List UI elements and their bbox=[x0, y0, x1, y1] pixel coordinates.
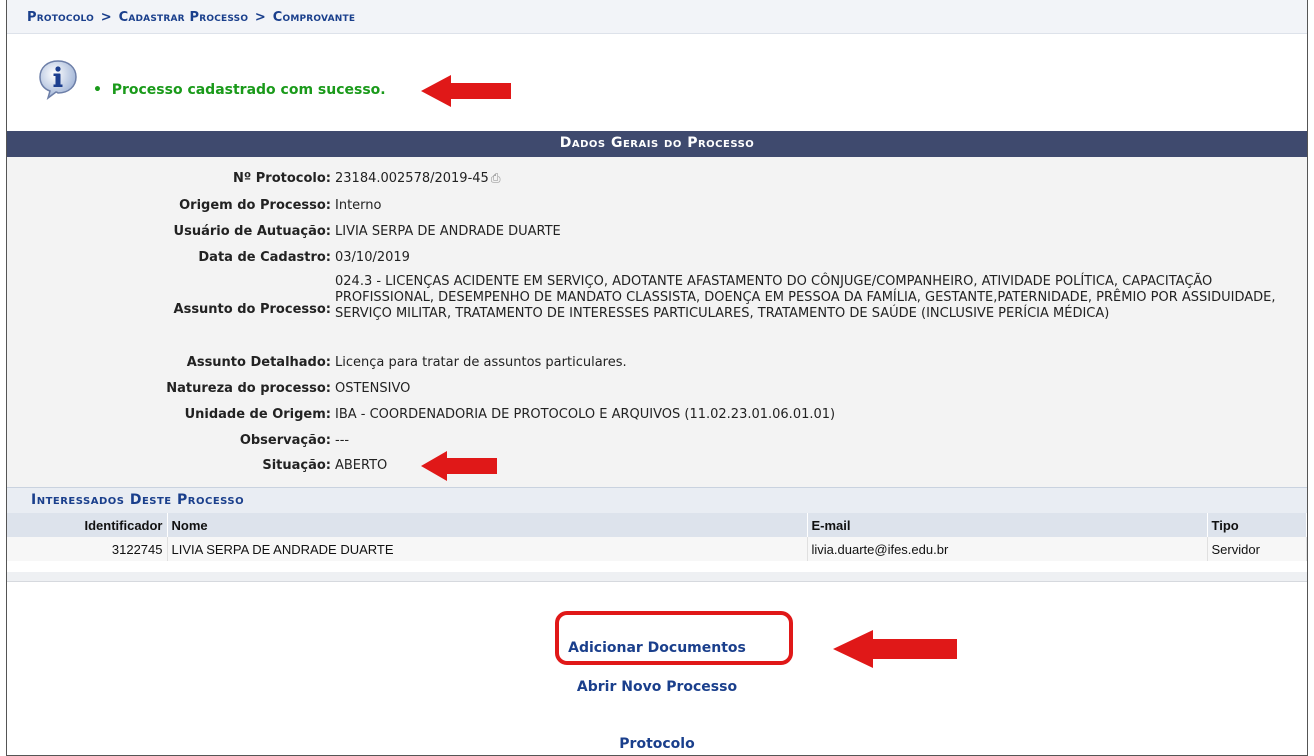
value-observacao: --- bbox=[335, 433, 350, 448]
label-data: Data de Cadastro: bbox=[198, 250, 331, 265]
annotation-highlight-adicionar bbox=[555, 611, 793, 665]
cell-tipo: Servidor bbox=[1207, 537, 1307, 561]
table-row: 3122745 LIVIA SERPA DE ANDRADE DUARTE li… bbox=[7, 537, 1307, 561]
value-origem: Interno bbox=[335, 198, 382, 213]
cell-nome: LIVIA SERPA DE ANDRADE DUARTE bbox=[167, 537, 808, 561]
label-origem: Origem do Processo: bbox=[179, 198, 331, 213]
annotation-arrow-message bbox=[421, 75, 511, 107]
column-email: E-mail bbox=[807, 513, 1208, 537]
cell-identificador: 3122745 bbox=[7, 537, 168, 561]
print-icon[interactable]: ⎙ bbox=[491, 171, 501, 186]
value-situacao: ABERTO bbox=[335, 458, 388, 473]
label-assunto-detalhado: Assunto Detalhado: bbox=[186, 355, 331, 370]
breadcrumb: Protocolo > Cadastrar Processo > Comprov… bbox=[7, 0, 1307, 34]
label-unidade: Unidade de Origem: bbox=[184, 407, 331, 422]
value-usuario: LIVIA SERPA DE ANDRADE DUARTE bbox=[335, 224, 561, 239]
value-assunto: 024.3 - LICENÇAS ACIDENTE EM SERVIÇO, AD… bbox=[335, 274, 1276, 321]
success-message-box: • Processo cadastrado com sucesso. bbox=[7, 50, 1307, 122]
breadcrumb-separator: > bbox=[254, 10, 267, 25]
breadcrumb-item-comprovante: Comprovante bbox=[272, 10, 356, 25]
value-assunto-detalhado: Licença para tratar de assuntos particul… bbox=[335, 355, 627, 370]
process-details: Nº Protocolo: 23184.002578/2019-45 ⎙ Orig… bbox=[7, 157, 1307, 487]
abrir-novo-processo-link[interactable]: Abrir Novo Processo bbox=[7, 679, 1307, 695]
label-usuario: Usuário de Autuação: bbox=[173, 224, 331, 239]
success-message: • Processo cadastrado com sucesso. bbox=[93, 82, 386, 98]
label-protocolo: Nº Protocolo: bbox=[233, 171, 331, 186]
section-title-dados-gerais: Dados Gerais do Processo bbox=[7, 131, 1307, 157]
table-footer bbox=[7, 572, 1307, 582]
breadcrumb-item-protocolo[interactable]: Protocolo bbox=[27, 10, 94, 25]
message-bullet: • bbox=[93, 82, 102, 98]
section-title-interessados: Interessados Deste Processo bbox=[7, 487, 1307, 513]
label-situacao: Situação: bbox=[262, 458, 331, 473]
message-text: Processo cadastrado com sucesso. bbox=[111, 82, 386, 98]
info-icon bbox=[39, 60, 77, 100]
column-nome: Nome bbox=[167, 513, 808, 537]
label-natureza: Natureza do processo: bbox=[166, 381, 331, 396]
value-unidade: IBA - COORDENADORIA DE PROTOCOLO E ARQUI… bbox=[335, 407, 836, 422]
breadcrumb-item-cadastrar[interactable]: Cadastrar Processo bbox=[119, 10, 249, 25]
annotation-arrow-adicionar bbox=[833, 630, 957, 668]
interessados-table: Identificador Nome E-mail Tipo 3122745 L… bbox=[7, 513, 1307, 561]
table-header-row: Identificador Nome E-mail Tipo bbox=[7, 513, 1307, 537]
breadcrumb-separator: > bbox=[100, 10, 112, 25]
value-natureza: OSTENSIVO bbox=[335, 381, 411, 396]
label-assunto: Assunto do Processo: bbox=[173, 302, 331, 317]
page-frame: Protocolo > Cadastrar Processo > Comprov… bbox=[6, 0, 1308, 756]
column-identificador: Identificador bbox=[7, 513, 168, 537]
column-tipo: Tipo bbox=[1207, 513, 1307, 537]
annotation-arrow-situacao bbox=[421, 451, 497, 481]
value-data: 03/10/2019 bbox=[335, 250, 410, 265]
cell-email: livia.duarte@ifes.edu.br bbox=[807, 537, 1208, 561]
protocolo-link[interactable]: Protocolo bbox=[7, 736, 1307, 752]
label-observacao: Observação: bbox=[239, 433, 331, 448]
value-protocolo: 23184.002578/2019-45 ⎙ bbox=[335, 171, 501, 186]
